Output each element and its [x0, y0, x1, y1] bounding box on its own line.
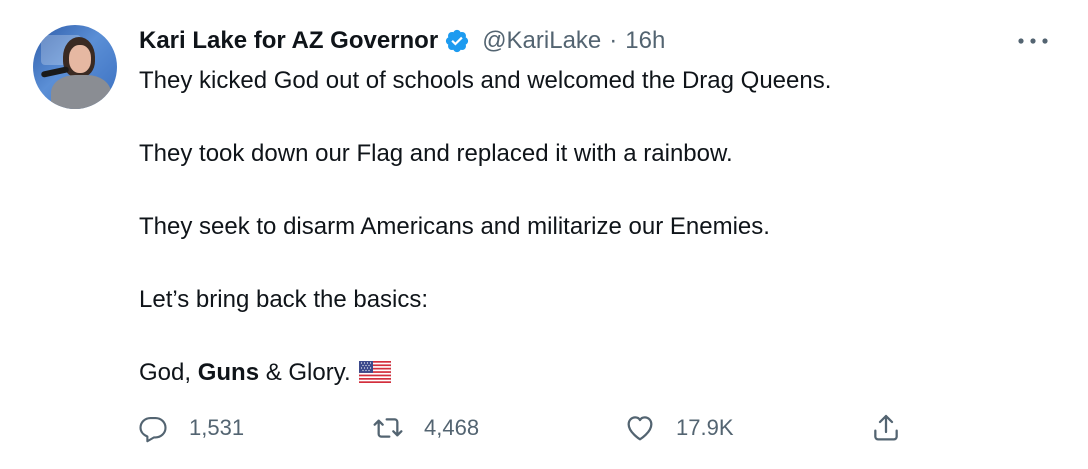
reply-button[interactable]: 1,531: [137, 410, 244, 446]
more-options-icon[interactable]: [1016, 30, 1050, 52]
like-button[interactable]: 17.9K: [624, 410, 734, 446]
share-button[interactable]: [870, 410, 902, 446]
tweet-line: They seek to disarm Americans and milita…: [139, 213, 770, 240]
tweet-text: They kicked God out of schools and welco…: [139, 66, 831, 388]
timestamp[interactable]: 16h: [625, 27, 665, 55]
retweet-icon: [372, 412, 404, 444]
tweet-line: Let’s bring back the basics:: [139, 286, 429, 313]
tweet-text-part: & Glory.: [259, 359, 351, 386]
author-handle[interactable]: @KariLake: [482, 27, 601, 55]
tweet: Kari Lake for AZ Governor @KariLake · 16…: [0, 0, 1088, 469]
avatar[interactable]: [33, 25, 117, 109]
avatar-body: [51, 75, 111, 109]
tweet-text-part: God,: [139, 359, 198, 386]
reply-icon: [137, 412, 169, 444]
verified-badge-icon: [444, 28, 470, 54]
share-icon: [870, 412, 902, 444]
retweet-count: 4,468: [424, 415, 480, 440]
tweet-actions: 1,531 4,468 17.9K: [0, 410, 1088, 446]
author-name[interactable]: Kari Lake for AZ Governor: [139, 27, 438, 55]
tweet-header: Kari Lake for AZ Governor @KariLake · 16…: [139, 26, 665, 56]
heart-icon: [624, 412, 656, 444]
tweet-line: God, Guns & Glory.: [139, 358, 831, 388]
like-count: 17.9K: [676, 415, 734, 440]
tweet-text-bold: Guns: [197, 359, 260, 386]
us-flag-emoji-icon: [358, 360, 391, 384]
retweet-button[interactable]: 4,468: [372, 410, 479, 446]
separator-dot: ·: [609, 27, 618, 54]
tweet-line: They took down our Flag and replaced it …: [139, 140, 733, 167]
tweet-line: They kicked God out of schools and welco…: [139, 67, 832, 94]
reply-count: 1,531: [189, 415, 245, 440]
avatar-face: [69, 45, 91, 73]
